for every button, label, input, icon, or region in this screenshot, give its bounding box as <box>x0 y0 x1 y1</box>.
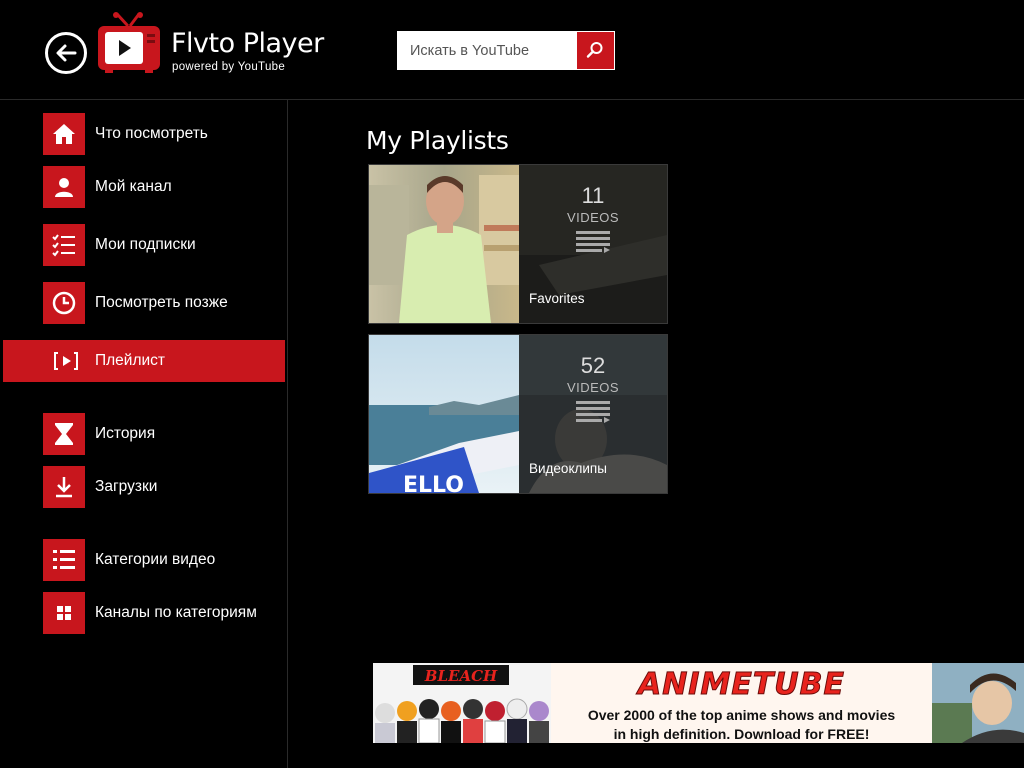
sidebar-item-downloads[interactable]: Загрузки <box>0 466 288 510</box>
sidebar-item-label: Плейлист <box>95 352 166 369</box>
sidebar: Что посмотреть Мой канал Мои подписки По… <box>0 100 288 768</box>
ad-anime-image: BLEACH <box>373 663 551 743</box>
app-subtitle: powered by YouTube <box>172 61 286 73</box>
playlist-name: Видеоклипы <box>529 461 607 476</box>
search-box <box>397 31 615 70</box>
ad-logo-text: BLEACH <box>424 667 498 685</box>
sidebar-item-playlist[interactable]: Плейлист <box>3 340 285 382</box>
arrow-left-icon <box>56 44 77 62</box>
app-title: Flvto Player <box>171 28 324 59</box>
playlist-info: 11 VIDEOS Favorites <box>519 165 667 323</box>
playlist-thumbnail: ELLO <box>369 335 519 493</box>
sidebar-item-label: Загрузки <box>95 478 158 495</box>
search-button[interactable] <box>577 32 614 69</box>
sidebar-item-label: Мой канал <box>95 178 172 195</box>
grid-icon <box>43 592 85 634</box>
playlist-videos-label: VIDEOS <box>566 210 620 225</box>
download-icon <box>43 466 85 508</box>
playlist-lines-icon <box>576 231 610 253</box>
ad-title: ANIMETUBE <box>637 667 846 703</box>
ad-text-panel: ANIMETUBE Over 2000 of the top anime sho… <box>551 663 932 743</box>
user-icon <box>43 166 85 208</box>
sidebar-item-label: Что посмотреть <box>95 125 208 142</box>
sidebar-item-label: Категории видео <box>95 551 216 568</box>
sidebar-item-label: Мои подписки <box>95 236 196 253</box>
playlist-videos-label: VIDEOS <box>566 380 620 395</box>
playlist-lines-icon <box>576 401 610 423</box>
sidebar-item-label: История <box>95 425 156 442</box>
sidebar-item-label: Каналы по категориям <box>95 604 257 621</box>
playlist-video-count: 11 <box>581 183 605 208</box>
playlist-name: Favorites <box>529 291 585 306</box>
svg-text:ELLO: ELLO <box>403 473 464 493</box>
home-icon <box>43 113 85 155</box>
sidebar-item-history[interactable]: История <box>0 413 288 457</box>
sidebar-item-video-categories[interactable]: Категории видео <box>0 539 288 583</box>
ad-tagline: Over 2000 of the top anime shows and mov… <box>587 707 896 723</box>
sidebar-item-subscriptions[interactable]: Мои подписки <box>0 224 288 268</box>
page-title: My Playlists <box>366 126 509 155</box>
checklist-icon <box>43 224 85 266</box>
tv-logo-icon <box>98 12 160 73</box>
sidebar-item-what-to-watch[interactable]: Что посмотреть <box>0 113 288 157</box>
app-header: Flvto Player powered by YouTube <box>0 0 1024 100</box>
playlist-card-videoclips[interactable]: ELLO 52 VIDEOS Видеоклипы <box>368 334 668 494</box>
playlist-info: 52 VIDEOS Видеоклипы <box>519 335 667 493</box>
back-button[interactable] <box>45 32 87 74</box>
sidebar-item-label: Посмотреть позже <box>95 294 228 311</box>
sidebar-item-my-channel[interactable]: Мой канал <box>0 166 288 210</box>
playlist-video-count: 52 <box>580 353 606 378</box>
playlist-icon <box>43 340 85 382</box>
hourglass-icon <box>43 413 85 455</box>
clock-icon <box>43 282 85 324</box>
list-icon <box>43 539 85 581</box>
playlist-card-favorites[interactable]: 11 VIDEOS Favorites <box>368 164 668 324</box>
ad-character-image <box>932 663 1024 743</box>
playlist-thumbnail <box>369 165 519 323</box>
sidebar-item-watch-later[interactable]: Посмотреть позже <box>0 282 288 326</box>
search-input[interactable] <box>398 32 578 69</box>
ad-banner[interactable]: BLEACH ANIMETUBE Over 2000 of the top an… <box>373 663 1024 743</box>
sidebar-item-channels-by-category[interactable]: Каналы по категориям <box>0 592 288 636</box>
search-icon <box>586 42 603 58</box>
ad-tagline: in high definition. Download for FREE! <box>613 726 870 742</box>
